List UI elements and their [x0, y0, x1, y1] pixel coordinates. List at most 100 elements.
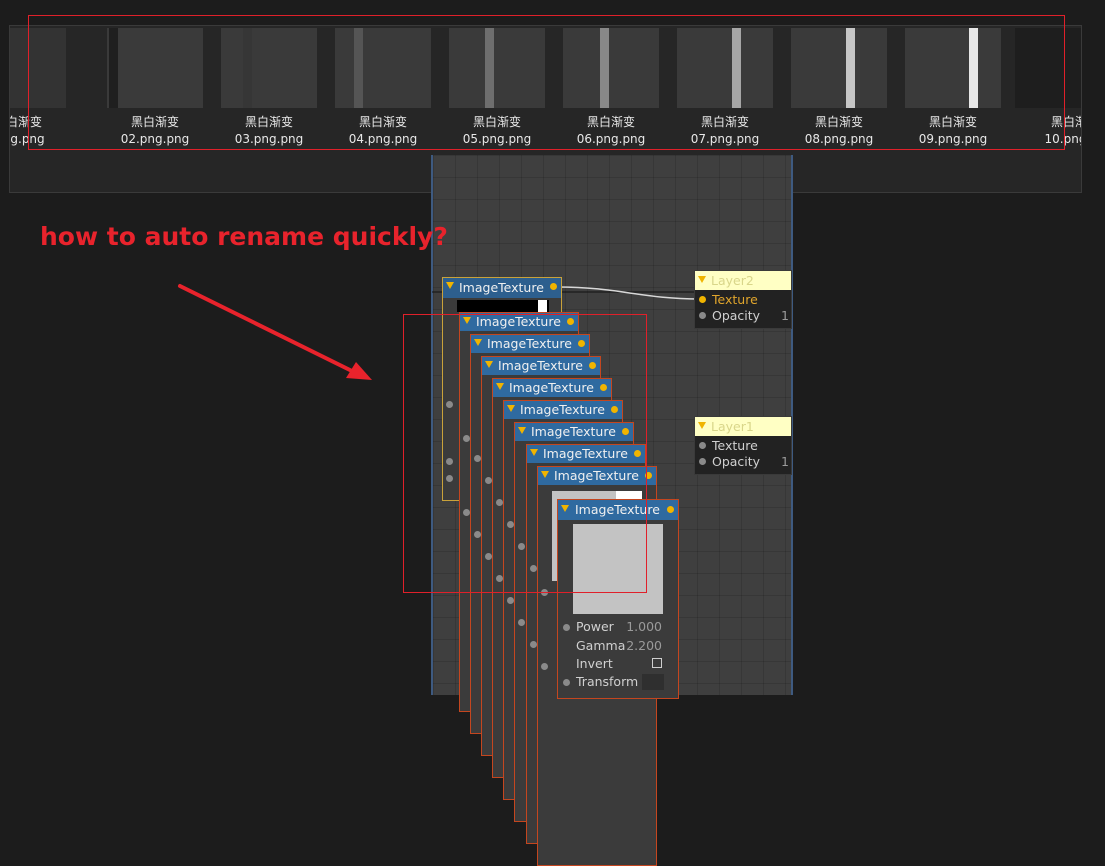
transform-field[interactable] [642, 674, 664, 690]
thumbnail-preview [1015, 28, 1081, 108]
node-header[interactable]: ImageTexture [515, 423, 633, 441]
input-socket[interactable] [530, 641, 537, 648]
input-socket[interactable] [474, 455, 481, 462]
param-invert[interactable]: Invert [558, 655, 678, 673]
output-socket[interactable] [589, 362, 596, 369]
collapse-triangle-icon[interactable] [485, 361, 493, 368]
param-gamma[interactable]: Gamma 2.200 [558, 637, 678, 655]
gamma-value[interactable]: 2.200 [626, 637, 662, 655]
thumbnail-name: 黑白渐变 [472, 115, 521, 129]
output-socket[interactable] [550, 283, 557, 290]
input-socket[interactable] [446, 458, 453, 465]
thumbnail-name: 黑白渐变 [244, 115, 293, 129]
output-socket[interactable] [667, 506, 674, 513]
input-socket[interactable] [485, 477, 492, 484]
collapse-triangle-icon[interactable] [518, 427, 526, 434]
output-socket[interactable] [645, 472, 652, 479]
thumbnail-item[interactable]: 黑白渐变 04.png.png [335, 28, 445, 151]
node-header[interactable]: ImageTexture [471, 335, 589, 353]
opacity-value[interactable]: 1 [781, 454, 789, 470]
thumbnail-item[interactable]: 黑白渐变 07.png.png [677, 28, 787, 151]
thumbnail-item[interactable]: 黑白渐变 03.png.png [221, 28, 331, 151]
invert-checkbox[interactable] [652, 658, 662, 668]
input-socket[interactable] [541, 663, 548, 670]
output-socket[interactable] [578, 340, 585, 347]
node-header[interactable]: ImageTexture [558, 500, 678, 520]
input-socket[interactable] [446, 475, 453, 482]
thumbnail-item[interactable]: 黑白渐变 02.png.png [107, 28, 217, 151]
collapse-triangle-icon[interactable] [541, 471, 549, 478]
layer-texture-input[interactable]: Texture [695, 438, 791, 454]
output-socket[interactable] [600, 384, 607, 391]
input-socket[interactable] [699, 312, 706, 319]
layer-opacity-input[interactable]: Opacity 1 [695, 308, 791, 324]
input-socket[interactable] [518, 543, 525, 550]
input-socket[interactable] [563, 624, 570, 631]
input-socket[interactable] [463, 435, 470, 442]
node-header[interactable]: ImageTexture [460, 313, 578, 331]
node-header[interactable]: ImageTexture [443, 278, 561, 298]
input-socket[interactable] [463, 509, 470, 516]
node-title: ImageTexture [543, 446, 628, 461]
input-socket[interactable] [507, 597, 514, 604]
thumbnail-filename: 02.png.png [120, 132, 190, 146]
collapse-triangle-icon[interactable] [530, 449, 538, 456]
param-label: Invert [576, 656, 613, 671]
input-socket[interactable] [563, 679, 570, 686]
layer-texture-input[interactable]: Texture [695, 292, 791, 308]
output-socket[interactable] [567, 318, 574, 325]
gradient-bar [732, 28, 741, 108]
thumbnail-name: 黑白渐变 [814, 115, 863, 129]
thumbnail-item[interactable]: 黑白渐变 05.png.png [449, 28, 559, 151]
node-title: ImageTexture [531, 424, 616, 439]
input-socket[interactable] [699, 442, 706, 449]
node-header[interactable]: ImageTexture [482, 357, 600, 375]
layer-node-layer2[interactable]: Layer2 Texture Opacity 1 [694, 270, 792, 329]
output-socket[interactable] [634, 450, 641, 457]
layer-header[interactable]: Layer1 [695, 417, 791, 436]
input-socket[interactable] [699, 296, 706, 303]
node-header[interactable]: ImageTexture [538, 467, 656, 485]
param-transform[interactable]: Transform [558, 673, 678, 691]
collapse-triangle-icon[interactable] [474, 339, 482, 346]
input-socket[interactable] [446, 401, 453, 408]
power-value[interactable]: 1.000 [626, 618, 662, 636]
node-title: ImageTexture [498, 358, 583, 373]
node-header[interactable]: ImageTexture [493, 379, 611, 397]
input-socket[interactable] [518, 619, 525, 626]
input-socket[interactable] [496, 499, 503, 506]
input-socket[interactable] [485, 553, 492, 560]
collapse-triangle-icon[interactable] [698, 276, 706, 283]
opacity-value[interactable]: 1 [781, 308, 789, 324]
thumbnail-item[interactable]: 黑白渐变 10.png.pn [1015, 28, 1081, 151]
input-socket[interactable] [699, 458, 706, 465]
input-socket[interactable] [541, 589, 548, 596]
collapse-triangle-icon[interactable] [463, 317, 471, 324]
input-socket[interactable] [474, 531, 481, 538]
collapse-triangle-icon[interactable] [446, 282, 454, 289]
image-texture-node-selected[interactable]: ImageTexture Power 1.000 Gamma 2.200 Inv… [557, 499, 679, 699]
node-header[interactable]: ImageTexture [504, 401, 622, 419]
layer-header[interactable]: Layer2 [695, 271, 791, 290]
thumbnail-item[interactable]: 黑白渐变 06.png.png [563, 28, 673, 151]
param-label: Gamma [576, 638, 626, 653]
layer-opacity-input[interactable]: Opacity 1 [695, 454, 791, 470]
thumbnail-item[interactable]: 黑白渐变 09.png.png [905, 28, 1015, 151]
layer-node-layer1[interactable]: Layer1 Texture Opacity 1 [694, 416, 792, 475]
input-socket[interactable] [507, 521, 514, 528]
node-header[interactable]: ImageTexture [527, 445, 645, 463]
input-socket[interactable] [496, 575, 503, 582]
thumbnail-item[interactable]: 黑白渐变 .png.png [10, 28, 80, 151]
layer-title: Layer2 [711, 273, 754, 288]
collapse-triangle-icon[interactable] [507, 405, 515, 412]
collapse-triangle-icon[interactable] [496, 383, 504, 390]
output-socket[interactable] [611, 406, 618, 413]
texture-preview [457, 300, 549, 312]
input-socket[interactable] [530, 565, 537, 572]
param-power[interactable]: Power 1.000 [558, 618, 678, 636]
thumbnail-item[interactable]: 黑白渐变 08.png.png [791, 28, 901, 151]
collapse-triangle-icon[interactable] [561, 505, 569, 512]
collapse-triangle-icon[interactable] [698, 422, 706, 429]
thumbnail-filename: 08.png.png [804, 132, 874, 146]
output-socket[interactable] [622, 428, 629, 435]
